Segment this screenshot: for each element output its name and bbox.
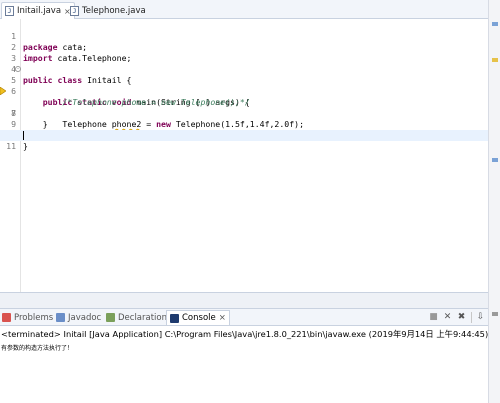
tab-telephone-java[interactable]: J Telephone.java	[70, 2, 146, 19]
remove-all-icon[interactable]: ✖	[456, 311, 467, 323]
problems-icon	[2, 313, 11, 322]
code-line: 2 import cata.Telephone;	[11, 42, 132, 63]
javadoc-icon	[56, 313, 65, 322]
minimize-icon[interactable]	[492, 312, 498, 316]
code-line: 5 - public static void main(String [ ] a…	[11, 66, 250, 107]
code-line: 3	[11, 53, 16, 63]
overview-marker[interactable]	[492, 158, 498, 162]
code-line: 7 Telephone phone2 = new Telephone(1.5f,…	[0, 86, 488, 129]
sash[interactable]	[0, 293, 488, 308]
toolbar-separator	[471, 312, 472, 323]
code-line: 10 }	[6, 130, 28, 151]
tab-declaration[interactable]: Declaration	[106, 310, 167, 325]
code-line: 1 package cata;	[11, 31, 88, 52]
text-caret	[23, 131, 24, 140]
code-line: 6 /*Telephone phone = new Telephone();*/	[11, 86, 250, 107]
terminate-icon[interactable]: ■	[428, 311, 439, 323]
outline-icon[interactable]	[492, 22, 498, 26]
task-list-icon[interactable]	[492, 58, 498, 62]
scroll-lock-icon[interactable]: ⇩	[475, 311, 486, 323]
java-file-icon: J	[70, 5, 79, 16]
console-output: 有参数的构造方法执行了！	[1, 345, 74, 352]
console-view[interactable]: <terminated> Initail [Java Application] …	[0, 326, 488, 403]
tab-problems[interactable]: Problems	[2, 310, 53, 325]
tab-label: Initail.java	[17, 6, 62, 16]
code-line: 9	[11, 119, 16, 129]
fold-collapse-icon[interactable]: -	[15, 66, 21, 72]
close-icon[interactable]: ⨯	[219, 313, 226, 323]
tab-initail-java[interactable]: J Initail.java ⨯	[1, 2, 75, 19]
code-line-current: 11	[0, 130, 488, 151]
right-trim-strip	[488, 0, 500, 403]
code-editor[interactable]: 1 package cata; 2 import cata.Telephone;…	[0, 19, 488, 293]
console-icon	[170, 313, 179, 323]
view-tab-bar: Problems Javadoc Declaration Console ⨯ ■…	[0, 308, 488, 326]
code-line: 4 public class Initail {	[11, 64, 132, 85]
console-status: <terminated> Initail [Java Application] …	[1, 329, 489, 339]
editor-tab-bar: J Initail.java ⨯ J Telephone.java	[0, 0, 488, 19]
java-file-icon: J	[5, 6, 14, 16]
warning-icon[interactable]	[0, 87, 6, 95]
tab-console[interactable]: Console ⨯	[166, 310, 230, 325]
declaration-icon	[106, 313, 115, 322]
code-line: 8 }	[11, 108, 48, 129]
tab-label: Telephone.java	[82, 5, 146, 16]
remove-launch-icon[interactable]: ✕	[442, 311, 453, 323]
tab-javadoc[interactable]: Javadoc	[56, 310, 101, 325]
